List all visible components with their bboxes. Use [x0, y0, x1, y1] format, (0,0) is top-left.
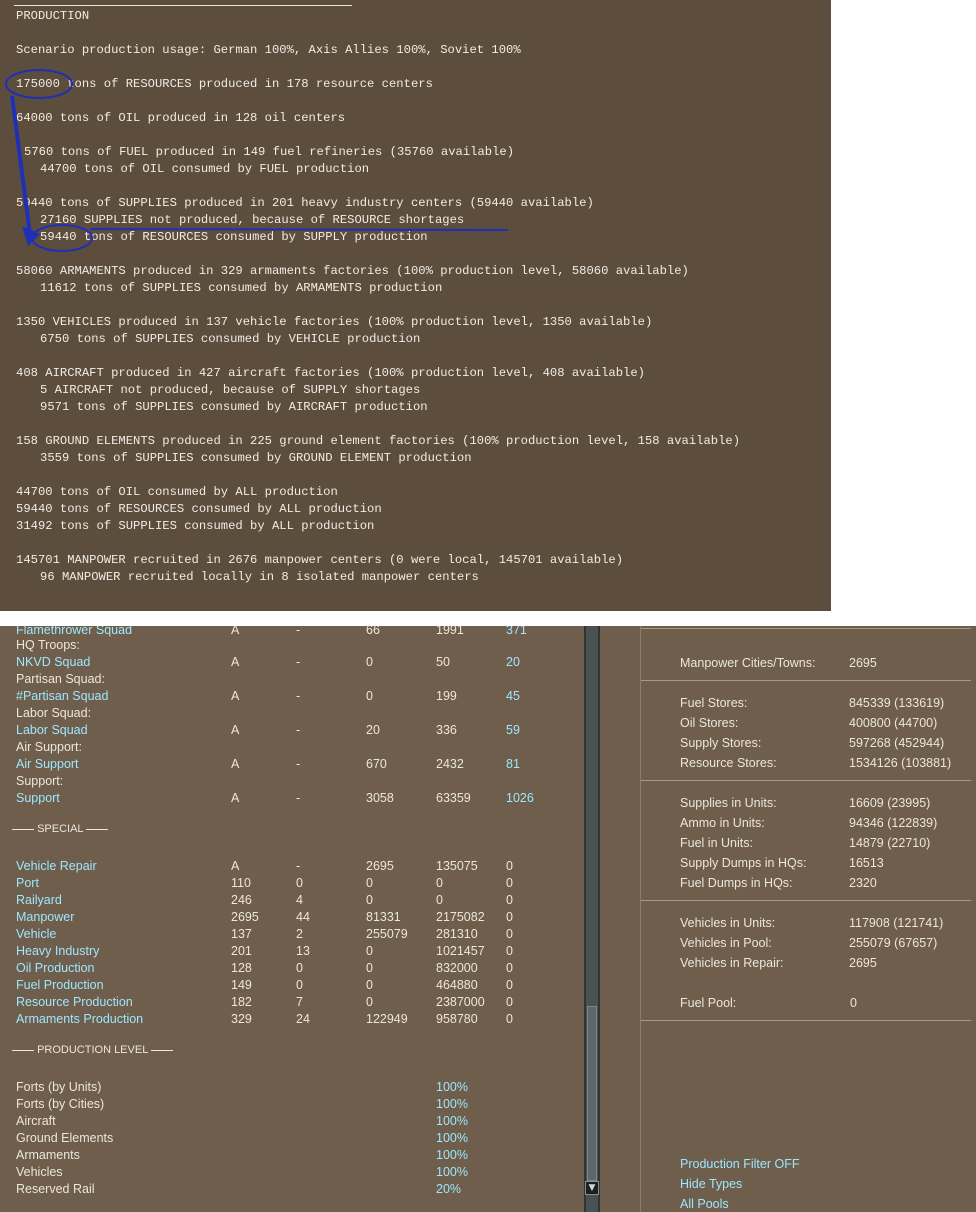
divider [641, 1020, 971, 1021]
production-filter-toggle[interactable]: Production Filter OFF [680, 1157, 799, 1171]
stat-row: Supply Dumps in HQs: 16513 [680, 856, 884, 870]
production-level-row[interactable]: Reserved Rail 20% [0, 1181, 584, 1197]
divider [641, 900, 971, 901]
list-item[interactable]: Armaments Production 329 24 122949 958780 0 [0, 1011, 584, 1027]
all-pools-button[interactable]: All Pools [680, 1197, 729, 1211]
list-item[interactable]: #Partisan Squad A - 0 199 45 [0, 688, 584, 704]
stat-row: Fuel Stores: 845339 (133619) [680, 696, 945, 710]
production-level-row[interactable]: Armaments 100% [0, 1147, 584, 1163]
panel-gap [600, 626, 640, 1212]
stat-row: Supply Stores: 597268 (452944) [680, 736, 945, 750]
list-item[interactable]: Vehicle 137 2 255079 281310 0 [0, 926, 584, 942]
production-level-row[interactable]: Ground Elements 100% [0, 1130, 584, 1146]
list-item[interactable]: Port 110 0 000 [0, 875, 584, 891]
list-item[interactable]: Manpower 2695 44 81331 2175082 0 [0, 909, 584, 925]
arrow-annotation [10, 95, 32, 235]
stats-pane: Manpower Cities/Towns: 2695 Fuel Stores: 8… [640, 626, 976, 1212]
list-item[interactable]: Labor Squad A - 20 336 59 [0, 722, 584, 738]
group-header: Partisan Squad: [16, 672, 105, 686]
stat-row: Fuel Dumps in HQs: 2320 [680, 876, 877, 890]
list-item[interactable]: Fuel Production 149 0 0 464880 0 [0, 977, 584, 993]
stat-row: Supplies in Units: 16609 (23995) [680, 796, 931, 810]
underline-annotation [89, 228, 509, 231]
stat-row: Vehicles in Repair: 2695 [680, 956, 877, 970]
group-header: Labor Squad: [16, 706, 92, 720]
group-header: Support: [16, 774, 64, 788]
unit-list-pane: Flamethrower Squad A - 66 1991 371 HQ Tr… [0, 626, 584, 1212]
stat-row: Resource Stores: 1534126 (103881) [680, 756, 952, 770]
section-heading-special: SPECIAL [12, 823, 109, 835]
triangle-down-icon: ▼ [588, 1183, 596, 1193]
stat-row: Ammo in Units: 94346 (122839) [680, 816, 938, 830]
circle-annotation [31, 224, 93, 252]
list-scrollbar[interactable]: ▼ [584, 626, 600, 1212]
production-level-row[interactable]: Forts (by Units) 100% [0, 1079, 584, 1095]
list-item[interactable]: NKVD Squad A - 0 50 20 [0, 654, 584, 670]
list-item[interactable]: Vehicle Repair A- 2695 135075 0 [0, 858, 584, 874]
stat-row: Vehicles in Pool: 255079 (67657) [680, 936, 938, 950]
list-item[interactable]: Railyard 246 4 000 [0, 892, 584, 908]
divider [641, 628, 971, 629]
stat-row: Fuel Pool: 0 [680, 996, 857, 1010]
list-item[interactable]: Support A - 3058 63359 1026 [0, 790, 584, 806]
list-item[interactable]: Resource Production 182 7 0 2387000 0 [0, 994, 584, 1010]
stat-row: Vehicles in Units: 117908 (121741) [680, 916, 944, 930]
circle-annotation [5, 69, 73, 99]
production-level-row[interactable]: Aircraft 100% [0, 1113, 584, 1129]
stat-row: Fuel in Units: 14879 (22710) [680, 836, 931, 850]
hide-types-button[interactable]: Hide Types [680, 1177, 742, 1191]
group-header: HQ Troops: [16, 638, 80, 652]
section-heading-production-level: PRODUCTION LEVEL [12, 1044, 173, 1056]
production-level-row[interactable]: Forts (by Cities) 100% [0, 1096, 584, 1112]
list-item[interactable]: Oil Production 128 0 0 832000 0 [0, 960, 584, 976]
stat-row: Manpower Cities/Towns: 2695 [680, 656, 877, 670]
divider [641, 680, 971, 681]
annotation-overlay [5, 69, 509, 252]
production-level-row[interactable]: Vehicles 100% [0, 1164, 584, 1180]
group-header: Air Support: [16, 740, 83, 754]
scroll-down-button[interactable]: ▼ [585, 1181, 599, 1195]
list-item[interactable]: Heavy Industry 201 13 0 1021457 0 [0, 943, 584, 959]
scrollbar-thumb[interactable] [587, 1006, 597, 1181]
divider [641, 780, 971, 781]
stat-row: Oil Stores: 400800 (44700) [680, 716, 938, 730]
production-report: PRODUCTION Scenario production usage: Ge… [0, 0, 831, 611]
list-item[interactable]: Air Support A - 670 2432 81 [0, 756, 584, 772]
